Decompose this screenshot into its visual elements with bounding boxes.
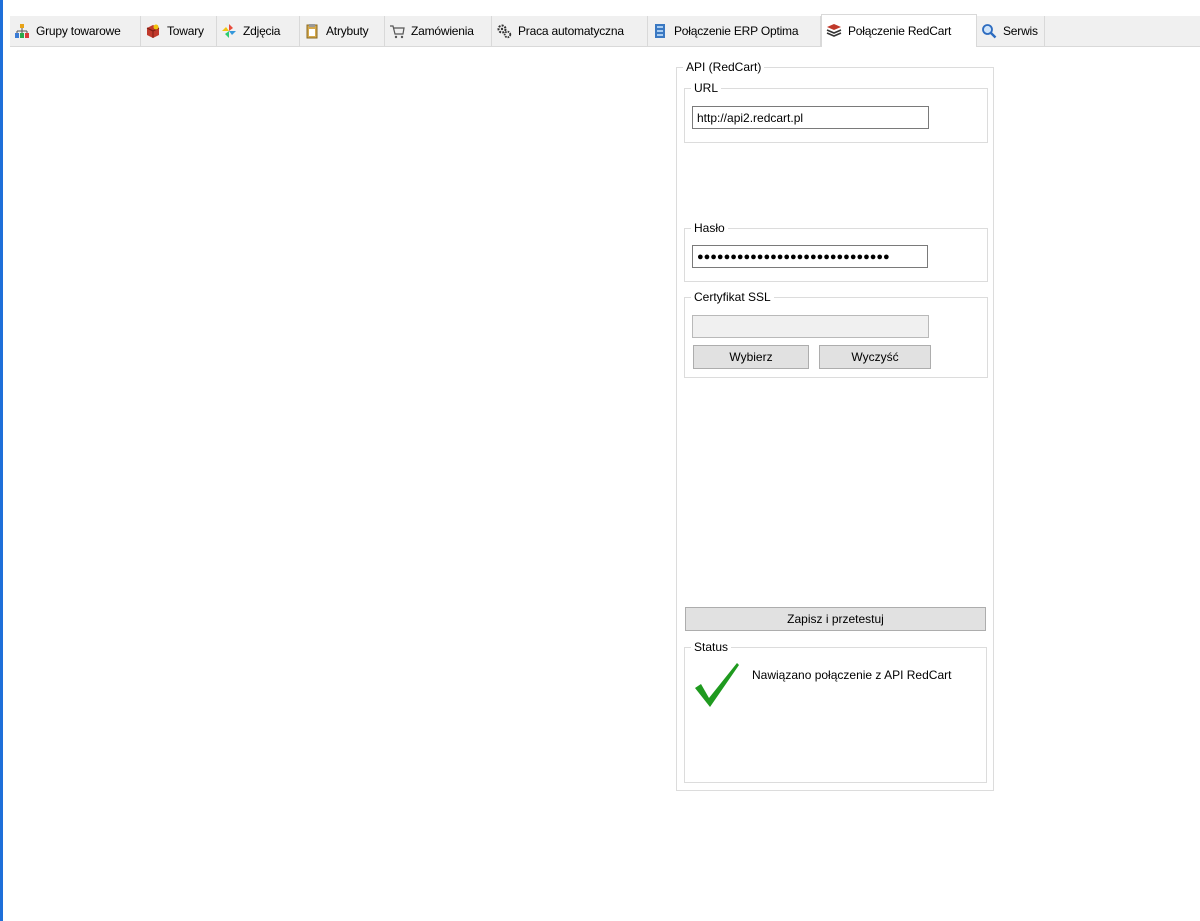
cart-icon [389,23,405,39]
tab-polaczenie-erp-optima[interactable]: Połączenie ERP Optima [648,16,821,46]
checkmark-icon [693,660,741,708]
tab-towary[interactable]: Towary [141,16,217,46]
clipboard-icon [304,23,320,39]
tab-label: Połączenie ERP Optima [674,24,799,38]
tab-zdjecia[interactable]: Zdjęcia [217,16,300,46]
tab-atrybuty[interactable]: Atrybuty [300,16,385,46]
clear-certificate-button[interactable]: Wyczyść [819,345,931,369]
server-icon [652,23,668,39]
status-legend: Status [691,640,732,654]
url-input[interactable] [692,106,929,129]
status-message: Nawiązano połączenie z API RedCart [752,668,952,682]
tab-label: Zamówienia [411,24,474,38]
password-input[interactable] [692,245,928,268]
tab-zamowienia[interactable]: Zamówienia [385,16,492,46]
tab-label: Atrybuty [326,24,369,38]
stack-icon [826,23,842,39]
gears-icon [496,23,512,39]
group-chart-icon [14,23,30,39]
tab-label: Serwis [1003,24,1038,38]
pinwheel-icon [221,23,237,39]
api-group-legend: API (RedCart) [683,60,765,74]
tab-serwis[interactable]: Serwis [977,16,1045,46]
tab-label: Zdjęcia [243,24,281,38]
choose-certificate-button[interactable]: Wybierz [693,345,809,369]
magnifier-icon [981,23,997,39]
tab-label: Połączenie RedCart [848,24,952,38]
save-and-test-button[interactable]: Zapisz i przetestuj [685,607,986,631]
tab-label: Towary [167,24,204,38]
ssl-certificate-input[interactable] [692,315,929,338]
ssl-legend: Certyfikat SSL [691,290,774,304]
tab-grupy-towarowe[interactable]: Grupy towarowe [10,16,141,46]
tab-polaczenie-redcart[interactable]: Połączenie RedCart [821,14,977,47]
tab-praca-automatyczna[interactable]: Praca automatyczna [492,16,648,46]
url-legend: URL [691,81,722,95]
tab-strip: Grupy towarowe Towary Zdjęcia Atrybuty Z… [10,14,1200,47]
window-left-border [0,0,3,921]
tab-label: Praca automatyczna [518,24,624,38]
password-legend: Hasło [691,221,728,235]
app-window: Grupy towarowe Towary Zdjęcia Atrybuty Z… [0,0,1200,921]
products-icon [145,23,161,39]
tab-label: Grupy towarowe [36,24,121,38]
